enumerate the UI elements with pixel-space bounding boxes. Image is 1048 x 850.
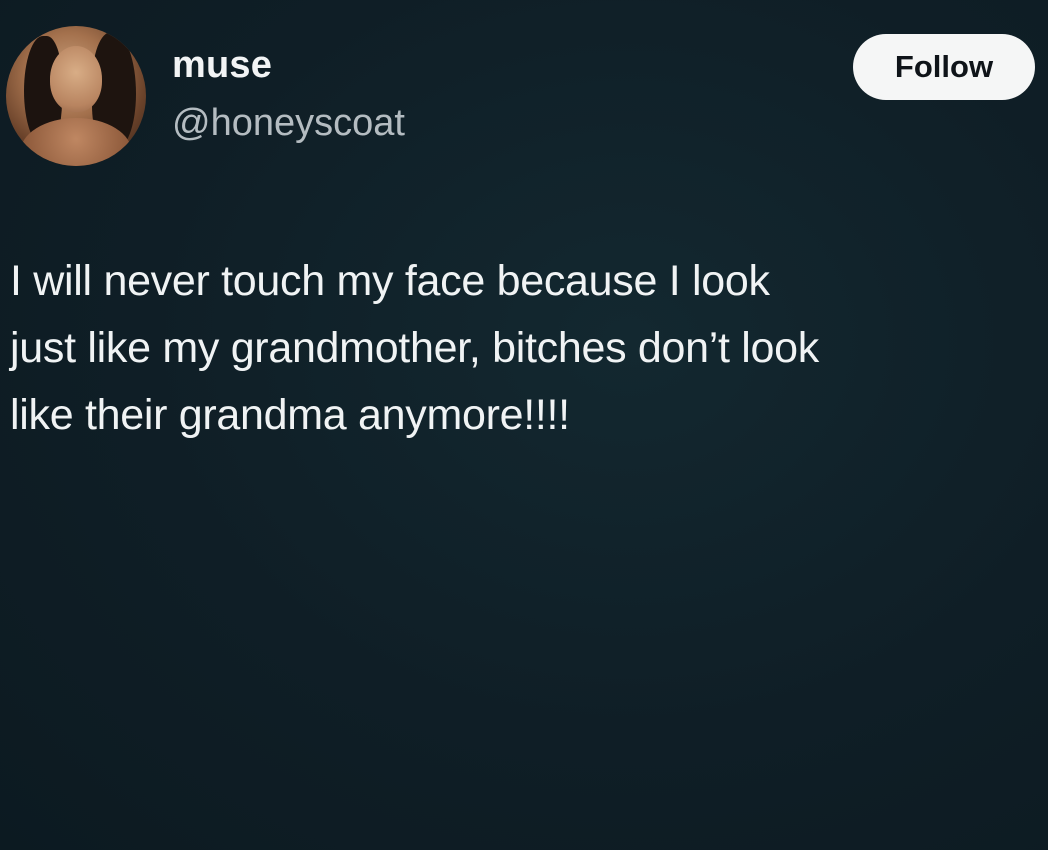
- display-name[interactable]: muse: [172, 44, 272, 87]
- tweet-text-line: just like my grandmother, bitches don’t …: [10, 324, 819, 372]
- tweet-text-line: I will never touch my face because I loo…: [10, 257, 770, 305]
- avatar-face: [50, 46, 102, 112]
- tweet-text: I will never touch my face because I loo…: [10, 248, 1044, 449]
- follow-button[interactable]: Follow: [853, 34, 1035, 100]
- tweet-text-line: like their grandma anymore!!!!: [10, 391, 570, 439]
- user-handle[interactable]: @honeyscoat: [172, 102, 405, 145]
- tweet-card: muse @honeyscoat Follow I will never tou…: [0, 0, 1048, 850]
- profile-avatar[interactable]: [6, 26, 146, 166]
